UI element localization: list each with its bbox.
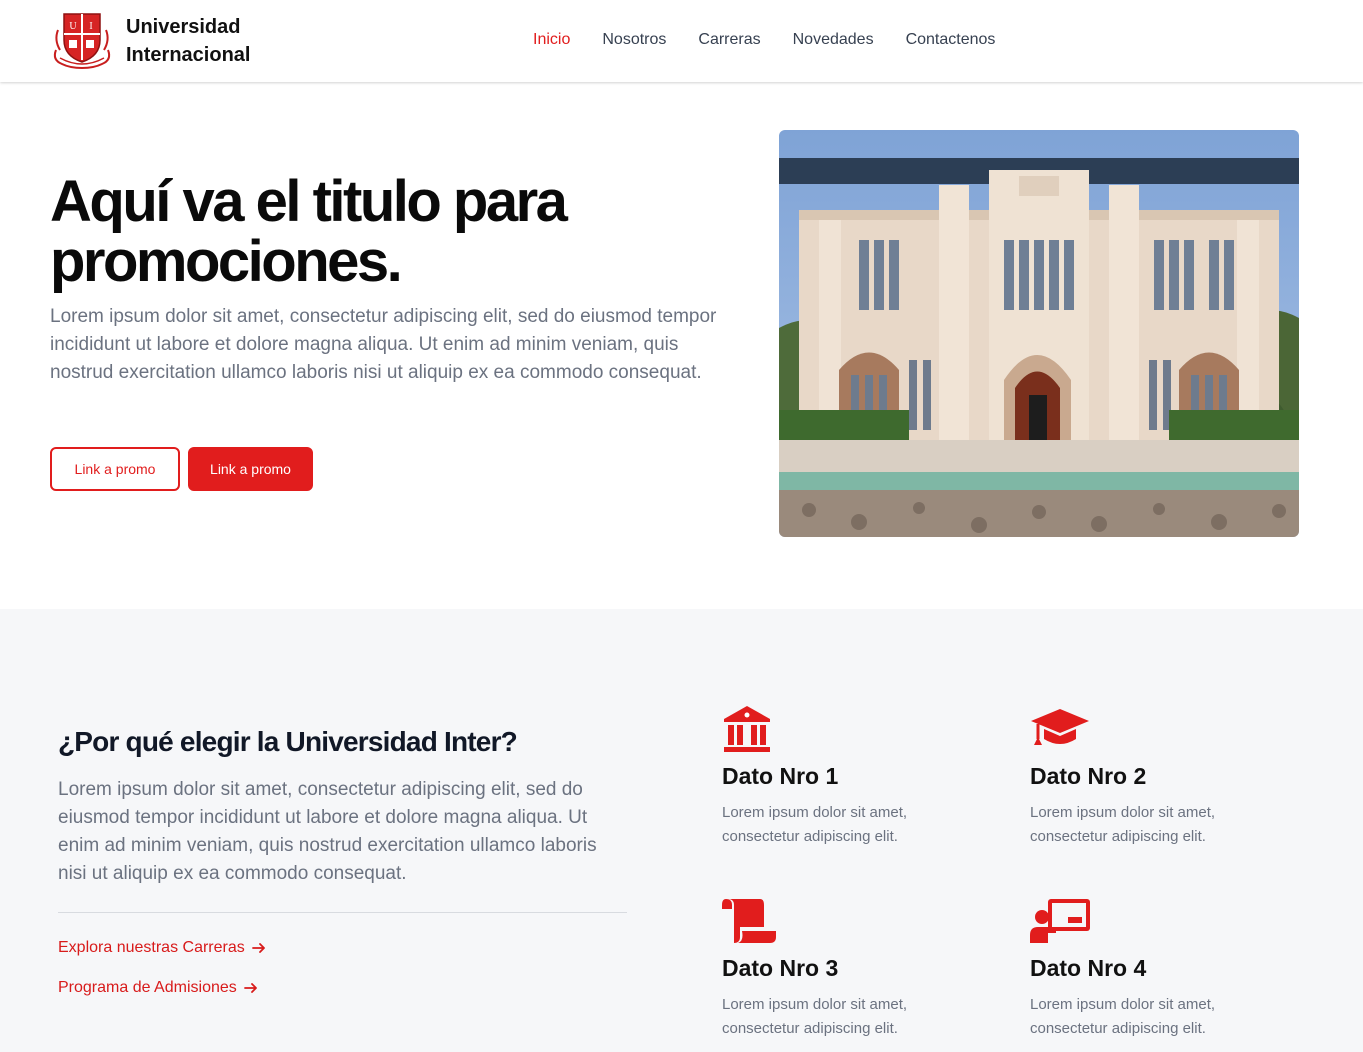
feature-description: Lorem ipsum dolor sit amet, consectetur … [1030,996,1216,1037]
brand-name: Universidad Internacional [126,16,251,66]
nav-item-nosotros[interactable]: Nosotros [602,30,666,50]
feature-title: Dato Nro 2 [1030,763,1147,789]
feature-card-1: Dato Nro 1 Lorem ipsum dolor sit amet, c… [722,705,982,849]
explore-careers-link[interactable]: Explora nuestras Carreras [58,939,267,957]
feature-title: Dato Nro 4 [1030,955,1147,981]
feature-card-2: Dato Nro 2 Lorem ipsum dolor sit amet, c… [1030,705,1290,849]
site-header: U I Universidad Internacional Inicio Nos… [0,0,1363,82]
explore-careers-label: Explora nuestras Carreras [58,939,245,956]
arrow-right-icon [243,983,257,993]
feature-description: Lorem ipsum dolor sit amet, consectetur … [1030,804,1216,845]
main-nav: Inicio Nosotros Carreras Novedades Conta… [533,30,1027,50]
nav-item-novedades[interactable]: Novedades [793,30,874,50]
svg-text:I: I [89,21,92,32]
feature-card-3: Dato Nro 3 Lorem ipsum dolor sit amet, c… [722,897,982,1041]
admissions-program-link[interactable]: Programa de Admisiones [58,979,259,997]
graduation-cap-icon [1031,709,1089,745]
why-choose-description: Lorem ipsum dolor sit amet, consectetur … [58,779,597,884]
section-divider [58,912,627,913]
university-icon [724,706,770,752]
hero-section: Aquí va el titulo para promociones. Lore… [0,82,1363,609]
why-choose-section: ¿Por qué elegir la Universidad Inter? Lo… [0,609,1363,1052]
feature-card-4: Dato Nro 4 Lorem ipsum dolor sit amet, c… [1030,897,1290,1041]
admissions-program-label: Programa de Admisiones [58,979,237,996]
brand[interactable]: U I Universidad Internacional [50,10,266,72]
feature-description: Lorem ipsum dolor sit amet, consectetur … [722,996,908,1037]
nav-item-contactenos[interactable]: Contactenos [906,30,996,50]
feature-description: Lorem ipsum dolor sit amet, consectetur … [722,804,908,845]
feature-title: Dato Nro 1 [722,763,839,789]
arrow-right-icon [251,943,265,953]
promo-link-outline-button[interactable]: Link a promo [50,447,180,491]
why-choose-title: ¿Por qué elegir la Universidad Inter? [58,726,518,757]
nav-item-inicio[interactable]: Inicio [533,30,570,50]
svg-text:U: U [69,21,77,32]
university-building-image [779,130,1299,537]
hero-title: Aquí va el titulo para promociones. [50,169,568,294]
promo-link-primary-button[interactable]: Link a promo [188,447,313,491]
feature-title: Dato Nro 3 [722,955,839,981]
hero-description: Lorem ipsum dolor sit amet, consectetur … [50,306,717,383]
scroll-icon [722,899,776,943]
nav-item-carreras[interactable]: Carreras [698,30,760,50]
university-crest-logo: U I [53,13,111,70]
chalkboard-teacher-icon [1030,899,1090,943]
